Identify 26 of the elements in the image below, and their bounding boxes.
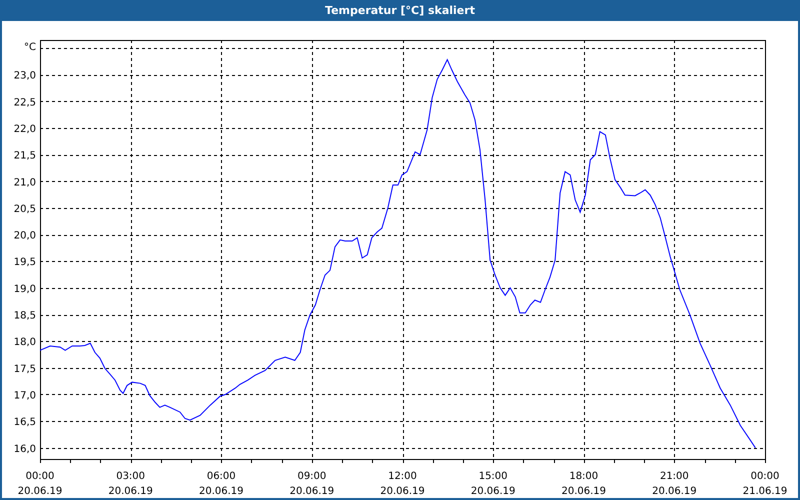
y-tick-label: 18,0 — [14, 337, 36, 348]
y-tick-label: 16,0 — [14, 444, 36, 455]
y-tick-label: 19,0 — [14, 284, 36, 295]
x-tick-label: 00:00 21.06.19 — [742, 471, 788, 497]
y-tick-label: 21,0 — [14, 177, 36, 188]
y-tick-label: 22,0 — [14, 124, 36, 135]
x-tick-label: 03:00 20.06.19 — [108, 471, 153, 497]
x-tick-label: 09:00 20.06.19 — [290, 471, 334, 497]
y-tick-label: 20,0 — [14, 230, 36, 242]
x-tick-label: 18:00 20.06.19 — [561, 471, 606, 497]
y-tick-label: 20,5 — [14, 204, 36, 215]
y-tick-label: 18,5 — [14, 310, 36, 322]
x-tick-label: 06:00 20.06.19 — [198, 471, 244, 497]
window-title: Temperatur [°C] skaliert — [325, 4, 475, 17]
x-tick-label: 15:00 20.06.19 — [470, 471, 516, 497]
y-axis-unit: °C — [24, 42, 36, 53]
y-tick-label: 17,0 — [14, 390, 36, 402]
x-tick-label: 00:00 20.06.19 — [18, 471, 62, 497]
y-tick-label: 19,5 — [14, 257, 36, 268]
y-tick-label: 22,5 — [14, 97, 36, 108]
y-tick-label: 23,0 — [14, 70, 36, 82]
y-tick-label: 16,5 — [14, 417, 36, 428]
y-tick-label: 21,5 — [14, 150, 36, 162]
y-tick-label: 17,5 — [14, 364, 36, 375]
x-tick-label: 12:00 20.06.19 — [380, 471, 425, 497]
x-tick-label: 21:00 20.06.19 — [652, 471, 697, 497]
